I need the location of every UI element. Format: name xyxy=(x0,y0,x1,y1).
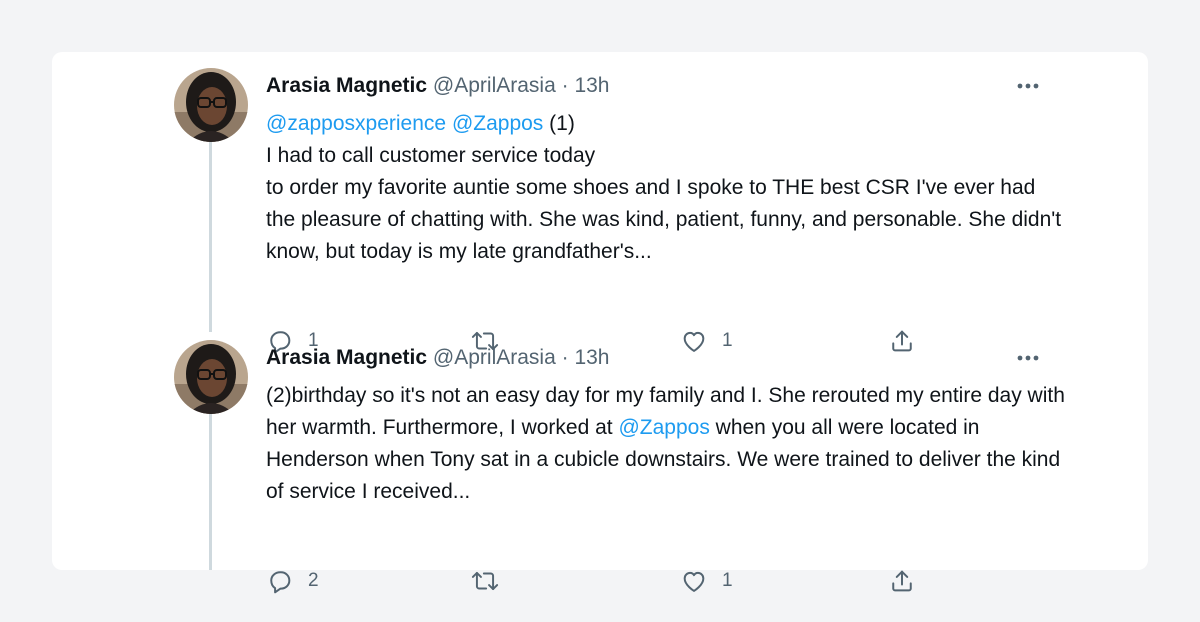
thread-part-number: (1) xyxy=(549,112,575,135)
reply-count: 2 xyxy=(308,570,319,591)
like-count: 1 xyxy=(722,570,733,591)
like-icon xyxy=(683,331,705,352)
tweet-text-line: I had to call customer service today xyxy=(266,144,596,167)
retweet-icon xyxy=(471,571,499,591)
avatar[interactable] xyxy=(174,68,248,142)
tweet-text: (2)birthday so it's not an easy day for … xyxy=(266,380,1066,508)
tweet-text: @zapposxperience @Zappos (1) I had to ca… xyxy=(266,108,1066,268)
share-button[interactable] xyxy=(888,324,916,358)
thread-connector-line xyxy=(209,142,212,332)
display-name[interactable]: Arasia Magnetic xyxy=(266,346,427,369)
user-handle[interactable]: @AprilArasia xyxy=(433,346,556,369)
timestamp[interactable]: 13h xyxy=(574,74,609,97)
mention-link[interactable]: @zapposxperience xyxy=(266,112,446,135)
user-handle[interactable]: @AprilArasia xyxy=(433,74,556,97)
separator: · xyxy=(561,74,569,97)
tweet-text-rest: to order my favorite auntie some shoes a… xyxy=(266,176,1062,263)
share-button[interactable] xyxy=(888,564,916,598)
reply-button[interactable]: 2 xyxy=(266,564,319,598)
like-button[interactable]: 1 xyxy=(680,564,733,598)
thread-connector-line xyxy=(209,414,212,570)
tweet-header: Arasia Magnetic @AprilArasia · 13h xyxy=(266,344,610,372)
like-count: 1 xyxy=(722,330,733,351)
display-name[interactable]: Arasia Magnetic xyxy=(266,74,427,97)
share-icon xyxy=(892,330,912,352)
mention-link[interactable]: @Zappos xyxy=(452,112,543,135)
separator: · xyxy=(561,346,569,369)
like-button[interactable]: 1 xyxy=(680,324,733,358)
thread-card: Arasia Magnetic @AprilArasia · 13h @zapp… xyxy=(52,52,1148,594)
like-icon xyxy=(683,571,705,592)
more-options-button[interactable] xyxy=(1012,72,1044,100)
more-options-button[interactable] xyxy=(1012,344,1044,372)
mention-link[interactable]: @Zappos xyxy=(618,416,709,439)
avatar[interactable] xyxy=(174,340,248,414)
more-icon xyxy=(1017,83,1039,89)
tweet-header: Arasia Magnetic @AprilArasia · 13h xyxy=(266,72,610,100)
tweet-actions: 2 1 xyxy=(266,564,946,598)
retweet-button[interactable] xyxy=(470,564,514,598)
more-icon xyxy=(1017,355,1039,361)
reply-icon xyxy=(270,571,291,594)
share-icon xyxy=(892,570,912,592)
timestamp[interactable]: 13h xyxy=(574,346,609,369)
